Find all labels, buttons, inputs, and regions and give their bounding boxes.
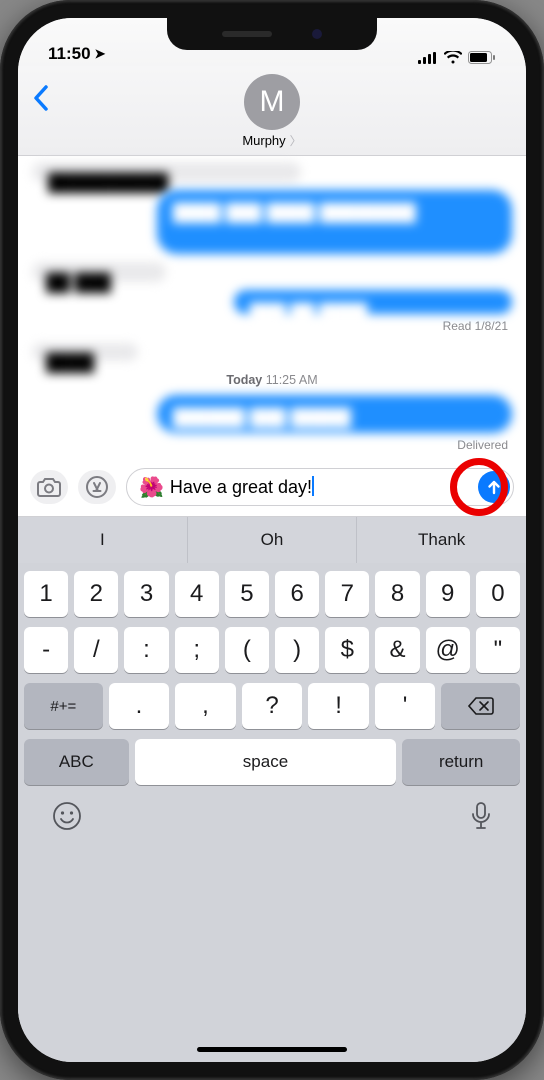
message-incoming[interactable]: ██████████	[32, 162, 301, 182]
key-rparen[interactable]: )	[275, 627, 319, 673]
key-period[interactable]: .	[109, 683, 170, 729]
location-icon: ➤	[95, 46, 106, 62]
phone-frame: 11:50 ➤ M Murphy	[0, 0, 544, 1080]
key-colon[interactable]: :	[124, 627, 168, 673]
back-button[interactable]	[32, 84, 50, 112]
key-dash[interactable]: -	[24, 627, 68, 673]
key-7[interactable]: 7	[325, 571, 369, 617]
chevron-right-icon: 〉	[290, 132, 302, 149]
key-3[interactable]: 3	[124, 571, 168, 617]
key-row-3: #+= . , ? ! '	[24, 683, 520, 729]
key-5[interactable]: 5	[225, 571, 269, 617]
key-quote[interactable]: "	[476, 627, 520, 673]
key-6[interactable]: 6	[275, 571, 319, 617]
key-at[interactable]: @	[426, 627, 470, 673]
message-text: Have a great day!	[170, 477, 312, 497]
appstore-button[interactable]	[78, 470, 116, 504]
key-0[interactable]: 0	[476, 571, 520, 617]
key-comma[interactable]: ,	[175, 683, 236, 729]
key-semicolon[interactable]: ;	[175, 627, 219, 673]
key-9[interactable]: 9	[426, 571, 470, 617]
message-incoming[interactable]: ██ ███	[32, 262, 166, 282]
key-1[interactable]: 1	[24, 571, 68, 617]
message-outgoing[interactable]: ███ ██ ████	[234, 290, 512, 314]
dictation-button[interactable]	[470, 801, 492, 831]
conversation-thread[interactable]: ██████████ ████ ███ ████ ████████ ██ ███…	[18, 156, 526, 462]
key-4[interactable]: 4	[175, 571, 219, 617]
suggestion-2[interactable]: Oh	[187, 517, 357, 563]
keyboard: 1 2 3 4 5 6 7 8 9 0 - / : ; ( ) $ & @	[18, 563, 526, 1062]
nav-header: M Murphy 〉	[18, 66, 526, 156]
message-incoming[interactable]: ████	[32, 343, 138, 361]
key-row-2: - / : ; ( ) $ & @ "	[24, 627, 520, 673]
message-outgoing[interactable]: ████ ███ ████ ████████	[157, 190, 512, 254]
message-outgoing[interactable]: ██████ ███ █████	[157, 395, 512, 433]
camera-button[interactable]	[30, 470, 68, 504]
key-return[interactable]: return	[402, 739, 520, 785]
screen: 11:50 ➤ M Murphy	[18, 18, 526, 1062]
contact-name: Murphy	[242, 133, 285, 148]
key-dollar[interactable]: $	[325, 627, 369, 673]
battery-icon	[468, 51, 496, 64]
clock: 11:50	[48, 44, 91, 64]
contact-avatar[interactable]: M	[244, 74, 300, 130]
key-apostrophe[interactable]: '	[375, 683, 436, 729]
delivered-label: Delivered	[457, 438, 508, 452]
key-space[interactable]: space	[135, 739, 397, 785]
quicktype-bar: I Oh Thank	[18, 517, 526, 563]
compose-row: 🌺 Have a great day!	[18, 462, 526, 517]
contact-name-row[interactable]: Murphy 〉	[242, 132, 301, 149]
key-row-1: 1 2 3 4 5 6 7 8 9 0	[24, 571, 520, 617]
key-exclaim[interactable]: !	[308, 683, 369, 729]
suggestion-1[interactable]: I	[18, 517, 187, 563]
key-row-4: ABC space return	[24, 739, 520, 785]
key-backspace[interactable]	[441, 683, 520, 729]
wifi-icon	[444, 51, 462, 64]
cell-signal-icon	[418, 52, 438, 64]
key-lparen[interactable]: (	[225, 627, 269, 673]
send-button[interactable]	[478, 471, 510, 503]
key-8[interactable]: 8	[375, 571, 419, 617]
message-input[interactable]: 🌺 Have a great day!	[126, 468, 514, 506]
home-indicator[interactable]	[197, 1047, 347, 1052]
timestamp-divider: Today 11:25 AM	[226, 373, 317, 387]
key-slash[interactable]: /	[74, 627, 118, 673]
key-2[interactable]: 2	[74, 571, 118, 617]
key-abc[interactable]: ABC	[24, 739, 129, 785]
notch	[167, 18, 377, 50]
read-receipt: Read 1/8/21	[443, 319, 508, 333]
key-symbols-shift[interactable]: #+=	[24, 683, 103, 729]
key-question[interactable]: ?	[242, 683, 303, 729]
key-amp[interactable]: &	[375, 627, 419, 673]
flower-emoji: 🌺	[139, 475, 164, 500]
emoji-keyboard-button[interactable]	[52, 801, 82, 831]
keyboard-bottom-bar	[24, 795, 520, 833]
suggestion-3[interactable]: Thank	[356, 517, 526, 563]
